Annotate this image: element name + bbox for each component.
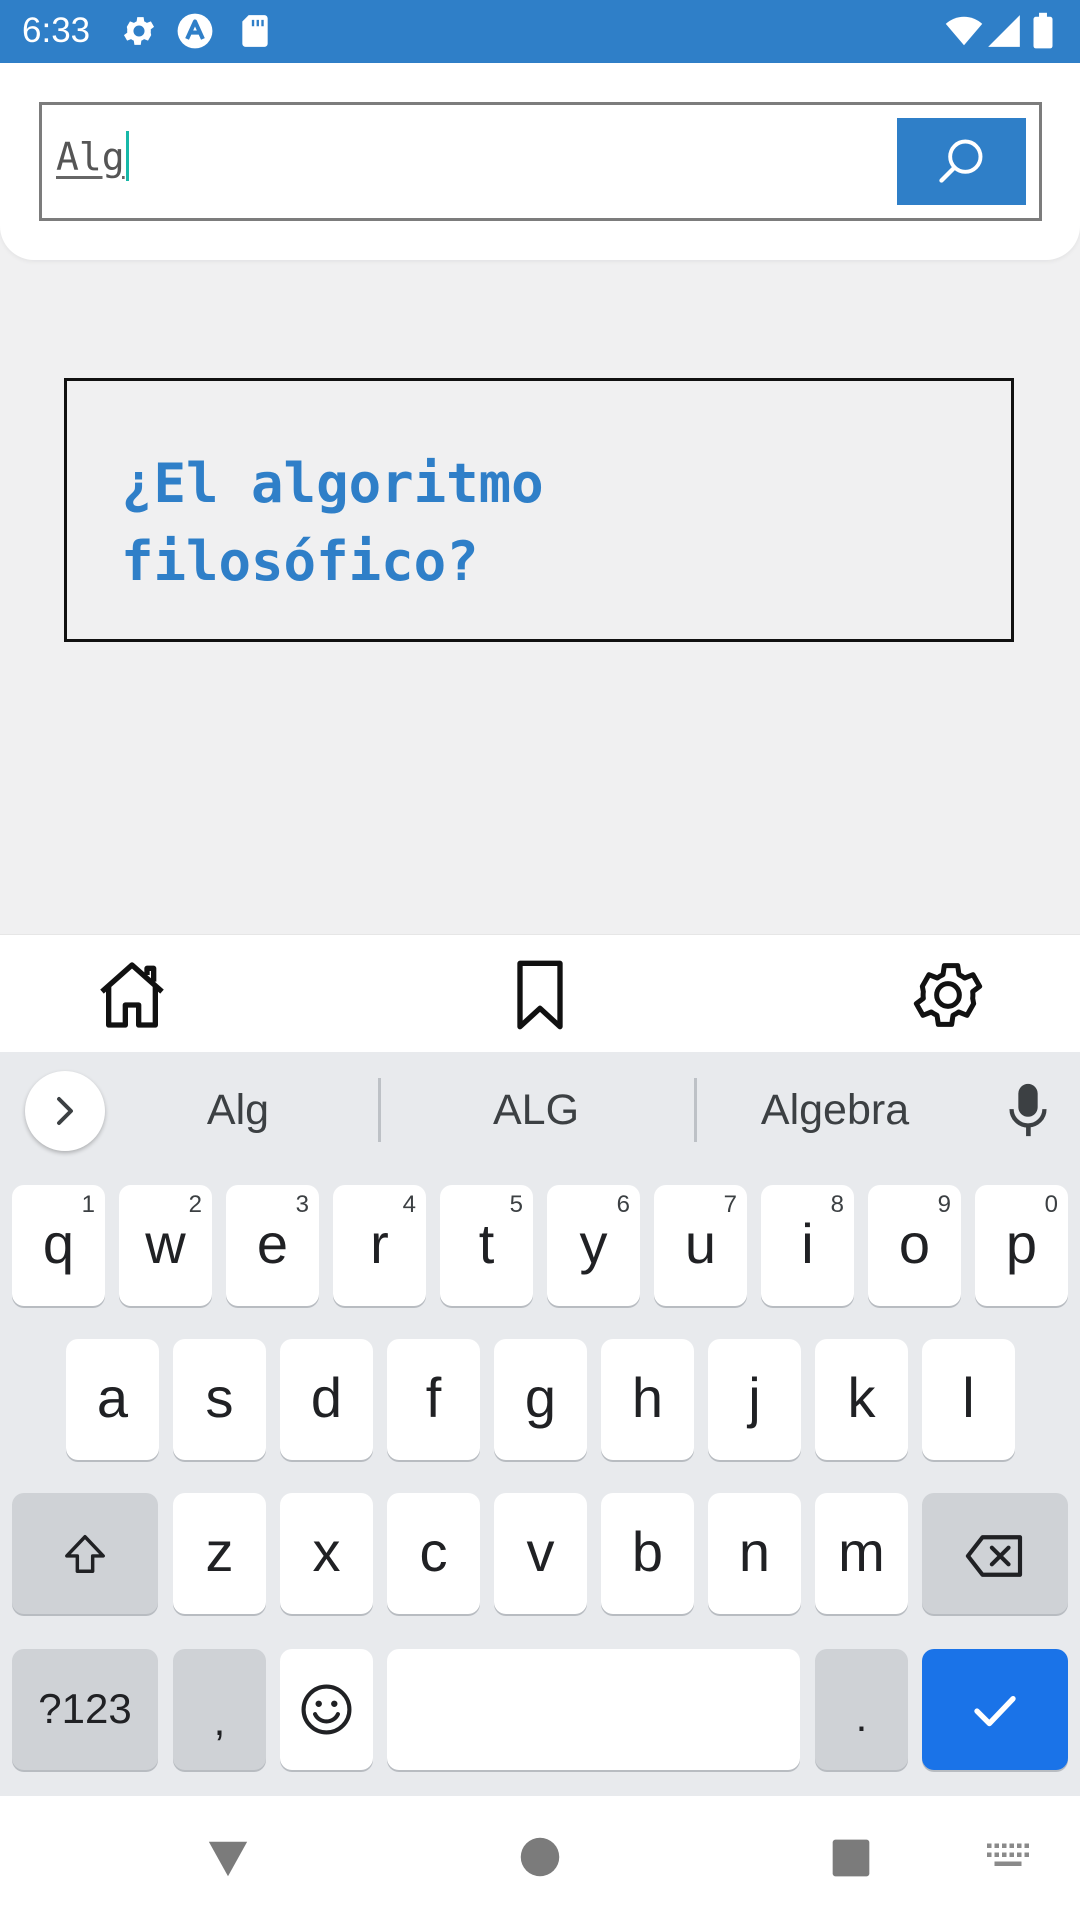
suggestion-1[interactable]: Alg [140,1086,336,1135]
key-h[interactable]: h [601,1339,694,1460]
nav-home-button[interactable] [92,955,172,1035]
key-v[interactable]: v [494,1493,587,1614]
system-navigation-bar [0,1796,1080,1920]
sd-card-icon [236,12,274,50]
wifi-icon [945,12,983,50]
bottom-nav [0,934,1080,1052]
backspace-icon [965,1535,1023,1577]
period-key[interactable]: . [815,1649,908,1770]
key-n[interactable]: n [708,1493,801,1614]
keyboard-switcher-icon[interactable] [985,1842,1031,1872]
nav-bookmark-button[interactable] [500,955,580,1035]
search-icon [939,139,983,183]
search-button[interactable] [897,118,1026,205]
key-d[interactable]: d [280,1339,373,1460]
home-icon [100,962,164,1028]
app-a-icon [176,12,214,50]
key-r[interactable]: r4 [333,1185,426,1306]
key-z[interactable]: z [173,1493,266,1614]
suggestion-divider [378,1078,381,1142]
suggestion-3[interactable]: Algebra [730,1086,940,1135]
key-k[interactable]: k [815,1339,908,1460]
suggestion-divider [694,1078,697,1142]
status-bar: 6:33 [0,0,1080,63]
key-i[interactable]: i8 [761,1185,854,1306]
suggestion-strip: Alg ALG Algebra [0,1052,1080,1170]
text-caret [125,130,129,181]
search-input-value: Alg [56,135,125,179]
battery-icon [1030,12,1056,50]
key-s[interactable]: s [173,1339,266,1460]
key-p[interactable]: p0 [975,1185,1068,1306]
back-triangle-icon[interactable] [205,1836,251,1882]
on-screen-keyboard: Alg ALG Algebra q1 w2 e3 r4 t5 y6 u7 i8 … [0,1052,1080,1796]
checkmark-icon [974,1696,1016,1727]
emoji-icon [301,1684,352,1735]
emoji-key[interactable] [280,1649,373,1770]
key-y[interactable]: y6 [547,1185,640,1306]
key-q[interactable]: q1 [12,1185,105,1306]
nav-settings-button[interactable] [908,955,988,1035]
shift-arrow-icon [65,1535,105,1573]
key-a[interactable]: a [66,1339,159,1460]
key-f[interactable]: f [387,1339,480,1460]
home-circle-icon[interactable] [519,1836,561,1878]
space-key[interactable] [387,1649,800,1770]
shift-key[interactable] [12,1493,158,1614]
key-o[interactable]: o9 [868,1185,961,1306]
bookmark-icon [517,960,563,1030]
status-time: 6:33 [22,11,91,50]
comma-key[interactable]: , [173,1649,266,1770]
key-w[interactable]: w2 [119,1185,212,1306]
card-text-line2: filosófico? [121,530,479,593]
suggestion-2[interactable]: ALG [416,1086,656,1135]
key-x[interactable]: x [280,1493,373,1614]
key-j[interactable]: j [708,1339,801,1460]
result-card-text: ¿El algoritmo filosófico? [121,445,921,601]
backspace-key[interactable] [922,1493,1068,1614]
key-l[interactable]: l [922,1339,1015,1460]
symbols-key[interactable]: ?123 [12,1649,158,1770]
recents-square-icon[interactable] [829,1836,873,1880]
microphone-icon[interactable] [1004,1082,1052,1140]
keyboard-expand-button[interactable] [25,1071,105,1151]
chevron-right-icon [57,1097,73,1125]
search-box: Alg [39,102,1042,221]
key-u[interactable]: u7 [654,1185,747,1306]
settings-gear-icon [120,12,158,50]
key-m[interactable]: m [815,1493,908,1614]
header: Alg [0,63,1080,260]
result-card[interactable]: ¿El algoritmo filosófico? [64,378,1014,642]
key-g[interactable]: g [494,1339,587,1460]
key-e[interactable]: e3 [226,1185,319,1306]
gear-icon [913,963,983,1027]
enter-key[interactable] [922,1649,1068,1770]
key-c[interactable]: c [387,1493,480,1614]
search-input[interactable]: Alg [56,130,129,185]
card-text-line1: ¿El algoritmo [121,452,544,515]
cell-signal-icon [985,12,1023,50]
key-b[interactable]: b [601,1493,694,1614]
key-t[interactable]: t5 [440,1185,533,1306]
